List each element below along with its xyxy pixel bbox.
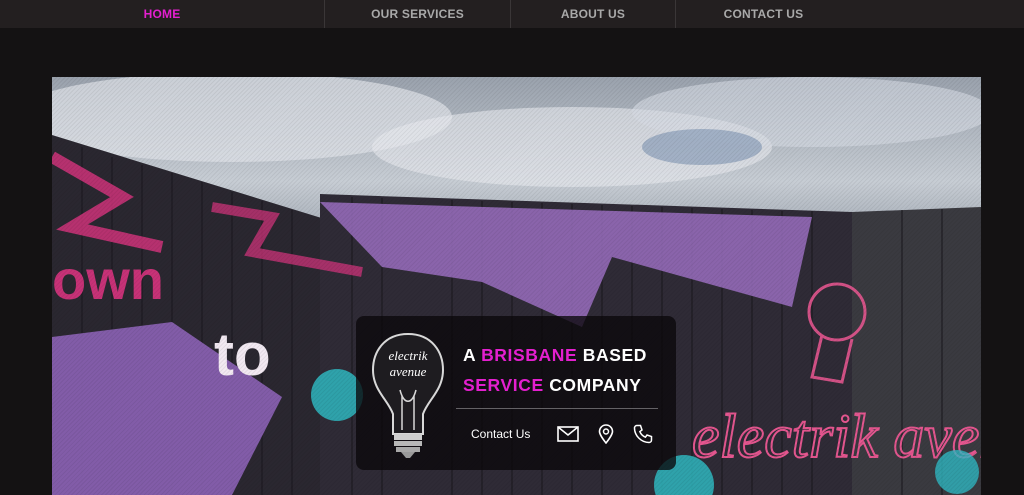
contact-us-label: Contact Us [471,427,531,441]
headline-word-a: A [463,345,476,365]
headline-word-brisbane: BRISBANE [481,345,578,365]
nav-home[interactable]: HOME [0,0,324,28]
hero-info-card: electrik avenue A BRISBANE BASED SERVICE… [356,316,676,470]
card-divider [456,408,658,409]
mural-text-avenue: electrik avenue [692,403,981,471]
nav-our-services-label: OUR SERVICES [371,7,464,21]
logo-text-electrik: electrik [389,348,428,363]
location-button[interactable] [594,423,618,445]
map-pin-icon [598,424,614,444]
electrik-avenue-logo: electrik avenue [371,332,445,458]
headline-word-based: BASED [582,345,647,365]
headline-line-1: A BRISBANE BASED [463,340,663,370]
headline-word-company: COMPANY [549,375,642,395]
nav-about-us[interactable]: ABOUT US [510,0,675,28]
top-nav: HOME OUR SERVICES ABOUT US CONTACT US [0,0,1024,28]
mural-text-to: to [214,321,271,388]
logo-text-avenue: avenue [390,364,427,379]
mural-text-own: own [52,248,164,311]
phone-icon [633,424,653,444]
email-button[interactable] [556,423,580,445]
headline-word-service: SERVICE [463,375,544,395]
hero-headline: A BRISBANE BASED SERVICE COMPANY [463,340,663,400]
headline-line-2: SERVICE COMPANY [463,370,663,400]
nav-contact-us-label: CONTACT US [723,7,804,21]
nav-our-services[interactable]: OUR SERVICES [324,0,510,28]
nav-home-label: HOME [143,7,181,21]
phone-button[interactable] [631,423,655,445]
envelope-icon [557,426,579,442]
nav-about-us-label: ABOUT US [560,7,626,21]
nav-contact-us[interactable]: CONTACT US [675,0,851,28]
